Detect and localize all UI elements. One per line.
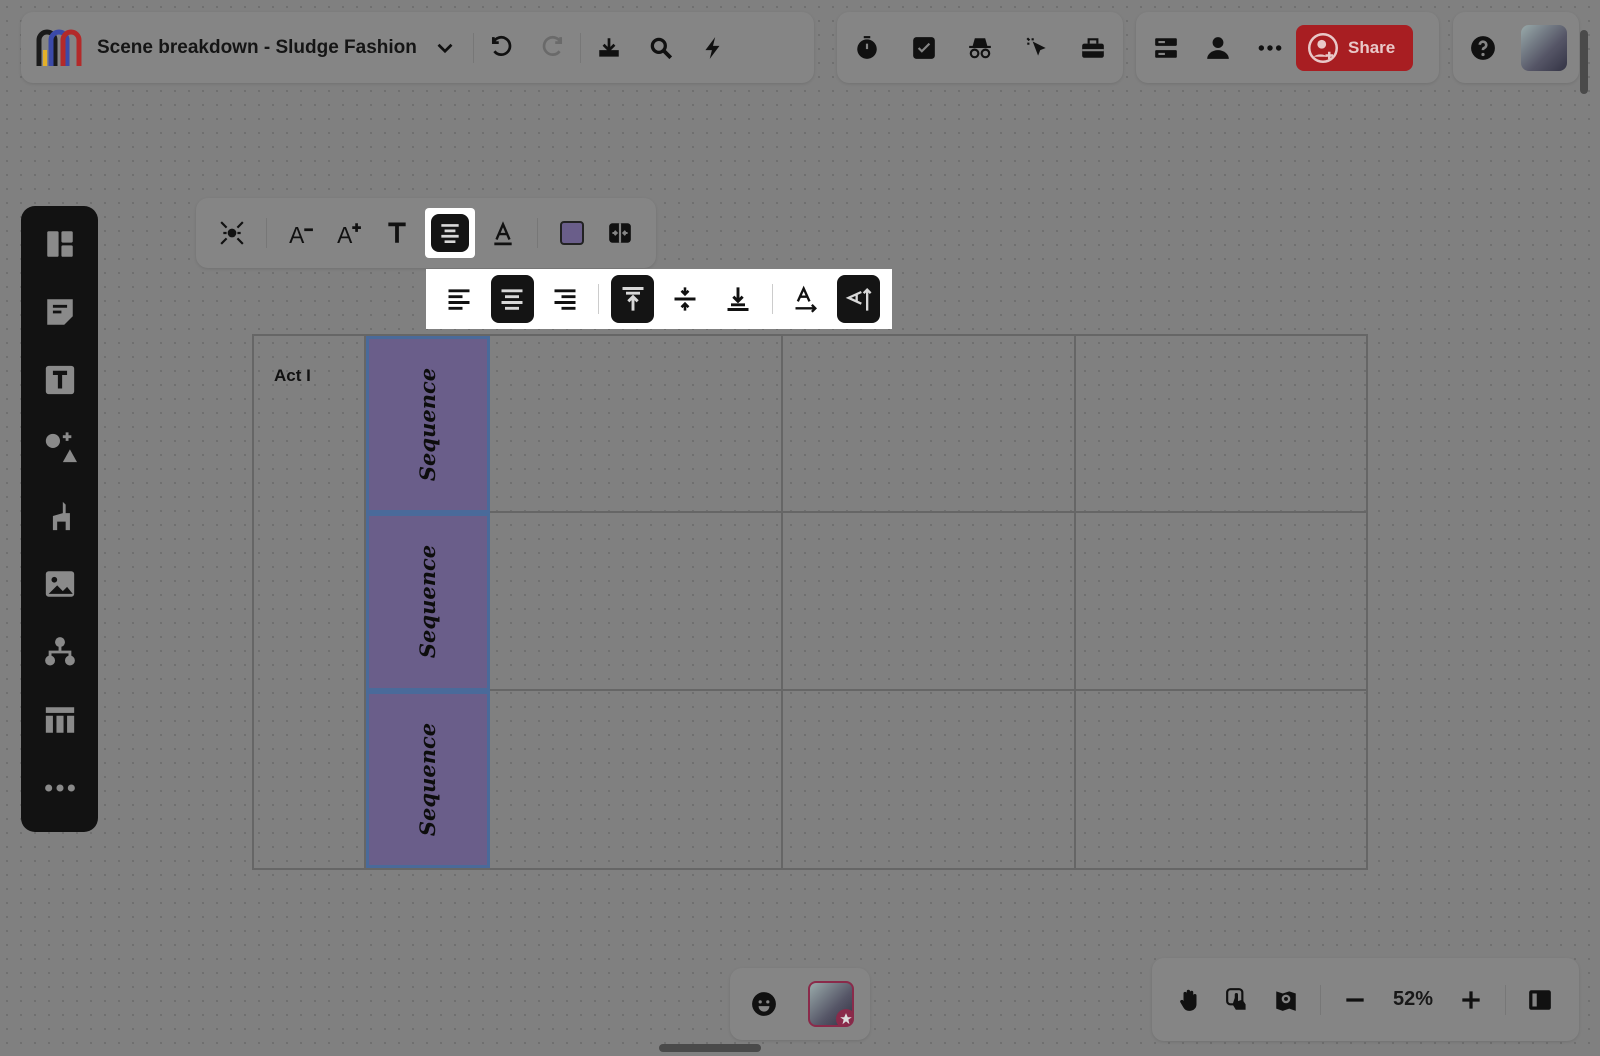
decrease-font-icon[interactable]: A — [285, 214, 317, 252]
checkbox-icon[interactable] — [906, 30, 942, 66]
align-center-icon[interactable] — [431, 214, 470, 252]
text-direction-vertical-icon[interactable] — [837, 275, 881, 323]
mind-map-icon[interactable] — [36, 628, 84, 675]
table-cell[interactable] — [783, 336, 1076, 514]
table-cell[interactable] — [490, 690, 783, 868]
sequence-label: Sequence — [415, 545, 441, 659]
divider — [598, 284, 600, 314]
scene-breakdown-table[interactable]: Act I Sequence Sequence Sequence — [252, 334, 1368, 870]
share-label: Share — [1348, 37, 1396, 57]
divider — [579, 32, 581, 63]
align-left-icon[interactable] — [438, 275, 481, 323]
more-tools-icon[interactable] — [36, 764, 84, 811]
focus-icon[interactable] — [216, 214, 248, 252]
act-cell[interactable]: Act I — [254, 336, 366, 868]
format-toolbar: A A — [196, 198, 656, 268]
text-icon[interactable] — [36, 356, 84, 403]
table-cell[interactable] — [1076, 336, 1366, 514]
top-toolbar-collab: Share — [1136, 12, 1439, 83]
text-color-icon[interactable] — [487, 214, 519, 252]
text-direction-horizontal-icon[interactable] — [784, 275, 827, 323]
table-cell[interactable] — [1076, 691, 1366, 868]
increase-font-icon[interactable]: A — [333, 214, 365, 252]
help-icon[interactable] — [1465, 30, 1501, 66]
divider — [266, 218, 267, 248]
reactions-bar — [730, 968, 870, 1040]
sequence-label: Sequence — [415, 722, 441, 836]
touch-icon[interactable] — [1220, 982, 1256, 1018]
llama-icon[interactable] — [36, 492, 84, 539]
align-top-icon[interactable] — [611, 275, 655, 323]
sequence-cell[interactable]: Sequence — [366, 690, 490, 868]
avatar[interactable] — [1521, 24, 1567, 71]
sequence-cell[interactable]: Sequence — [366, 513, 490, 691]
align-selected-wrapper — [425, 208, 476, 258]
download-icon[interactable] — [591, 30, 627, 66]
timer-icon[interactable] — [849, 30, 885, 66]
table-cell[interactable] — [490, 336, 783, 514]
top-toolbar-user — [1453, 12, 1579, 83]
alignment-popover — [426, 269, 892, 329]
sticky-note-icon[interactable] — [36, 288, 84, 335]
toolbox-icon[interactable] — [1075, 30, 1111, 66]
align-bottom-icon[interactable] — [717, 275, 760, 323]
share-button[interactable]: Share — [1296, 24, 1414, 71]
table-cell[interactable] — [783, 513, 1076, 691]
sidebar-panel-icon[interactable] — [1522, 982, 1558, 1018]
user-icon[interactable] — [1200, 30, 1236, 66]
zoom-out-icon[interactable] — [1337, 982, 1373, 1018]
align-right-icon[interactable] — [544, 275, 587, 323]
image-icon[interactable] — [36, 560, 84, 607]
board-title[interactable]: Scene breakdown - Sludge Fashion — [97, 37, 417, 59]
divider — [472, 32, 474, 63]
avatar[interactable] — [808, 981, 854, 1027]
divider — [1505, 984, 1507, 1015]
divider — [1320, 984, 1321, 1015]
top-toolbar-main: Scene breakdown - Sludge Fashion — [21, 12, 814, 83]
horizontal-scrollbar[interactable] — [659, 1044, 761, 1052]
fill-color-icon[interactable] — [556, 214, 588, 252]
align-center-icon[interactable] — [490, 275, 534, 323]
sequence-label: Sequence — [415, 368, 441, 482]
minimap-icon[interactable] — [1268, 982, 1304, 1018]
add-user-icon — [1308, 32, 1338, 63]
zoom-level[interactable]: 52% — [1393, 988, 1433, 1011]
svg-text:A: A — [337, 222, 353, 246]
more-icon[interactable] — [1252, 30, 1288, 66]
sequence-cell[interactable]: Sequence — [366, 336, 490, 514]
search-icon[interactable] — [643, 30, 679, 66]
hand-icon[interactable] — [1172, 982, 1208, 1018]
zoom-in-icon[interactable] — [1453, 982, 1489, 1018]
cursor-icon[interactable] — [1019, 30, 1055, 66]
text-style-icon[interactable] — [381, 214, 413, 252]
table-cell[interactable] — [783, 690, 1076, 868]
emoji-icon[interactable] — [746, 986, 782, 1022]
undo-icon[interactable] — [484, 30, 520, 66]
vertical-scrollbar[interactable] — [1580, 30, 1588, 94]
navigation-controls: 52% — [1152, 958, 1579, 1041]
fill-color-swatch — [559, 221, 584, 245]
table-cell[interactable] — [1076, 513, 1366, 691]
align-middle-icon[interactable] — [664, 275, 707, 323]
divider — [771, 284, 773, 314]
redo-icon[interactable] — [534, 30, 570, 66]
top-toolbar-tools — [837, 12, 1123, 83]
merge-cells-icon[interactable] — [604, 214, 636, 252]
divider — [537, 218, 538, 248]
svg-text:A: A — [289, 222, 305, 246]
chevron-down-icon[interactable] — [427, 30, 463, 66]
app-logo[interactable] — [35, 26, 85, 70]
private-mode-icon[interactable] — [962, 30, 998, 66]
table-icon[interactable] — [36, 696, 84, 743]
table-cell[interactable] — [490, 513, 783, 691]
shapes-icon[interactable] — [36, 424, 84, 471]
left-toolbar — [21, 206, 98, 832]
star-badge-icon — [836, 1009, 852, 1025]
lightning-icon[interactable] — [695, 30, 731, 66]
outline-icon[interactable] — [1148, 30, 1184, 66]
templates-icon[interactable] — [36, 220, 84, 267]
act-label: Act I — [274, 366, 311, 385]
